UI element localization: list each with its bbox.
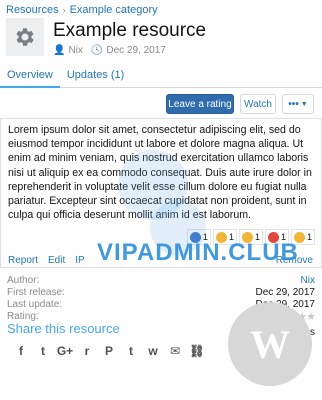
share-title: Share this resource	[7, 321, 120, 336]
leave-rating-button[interactable]: Leave a rating	[166, 94, 234, 114]
watermark-logo: W	[228, 302, 312, 386]
tab-overview[interactable]: Overview	[0, 66, 60, 88]
watermark-text: VIPADMIN.CLUB	[97, 239, 299, 266]
clock-icon: 🕓	[90, 45, 104, 56]
tab-updates[interactable]: Updates (1)	[60, 66, 131, 88]
tumblr-icon[interactable]: t	[122, 344, 140, 358]
reaction-count: 1	[306, 232, 312, 242]
whatsapp-icon[interactable]: w	[144, 344, 162, 358]
info-row-author: Author: Nix	[7, 275, 315, 287]
resource-date: Dec 29, 2017	[106, 45, 166, 56]
watch-button[interactable]: Watch	[240, 94, 276, 114]
resource-header: Example resource 👤 Nix 🕓 Dec 29, 2017	[6, 18, 206, 56]
twitter-icon[interactable]: t	[34, 344, 52, 358]
user-icon: 👤	[53, 45, 66, 56]
more-options-button[interactable]: ••• ▼	[282, 94, 314, 114]
google-plus-icon[interactable]: G+	[56, 344, 74, 358]
info-label: Author:	[7, 275, 40, 286]
chevron-down-icon: ▼	[300, 100, 308, 108]
more-dots-icon: •••	[288, 98, 299, 110]
resource-page: Resources › Example category Example res…	[0, 0, 322, 400]
resource-meta: 👤 Nix 🕓 Dec 29, 2017	[53, 45, 206, 56]
info-label: First release:	[7, 287, 65, 298]
email-icon[interactable]: ✉	[166, 344, 184, 358]
link-icon[interactable]: ⛓	[188, 344, 206, 358]
gear-icon	[6, 18, 44, 56]
share-icons: f t G+ r P t w ✉ ⛓	[12, 344, 210, 358]
facebook-icon[interactable]: f	[12, 344, 30, 358]
info-row-first-release: First release: Dec 29, 2017	[7, 287, 315, 299]
reddit-icon[interactable]: r	[78, 344, 96, 358]
post-actions: Report Edit IP	[8, 255, 95, 266]
ip-link[interactable]: IP	[75, 255, 84, 266]
info-author-link[interactable]: Nix	[301, 275, 315, 287]
info-label: Last update:	[7, 299, 63, 310]
report-link[interactable]: Report	[8, 255, 38, 266]
info-value: Dec 29, 2017	[255, 287, 316, 298]
breadcrumb-separator: ›	[62, 5, 66, 15]
author-link[interactable]: Nix	[68, 45, 82, 56]
breadcrumb: Resources › Example category	[6, 4, 158, 16]
resource-toolbar: Leave a rating Watch ••• ▼	[160, 94, 314, 114]
page-title: Example resource	[53, 20, 207, 41]
breadcrumb-category[interactable]: Example category	[70, 4, 158, 16]
breadcrumb-resources[interactable]: Resources	[6, 4, 59, 16]
tab-bar: Overview Updates (1)	[0, 66, 322, 88]
edit-link[interactable]: Edit	[48, 255, 65, 266]
watermark-logo-letter: W	[250, 321, 290, 367]
pinterest-icon[interactable]: P	[100, 344, 118, 358]
